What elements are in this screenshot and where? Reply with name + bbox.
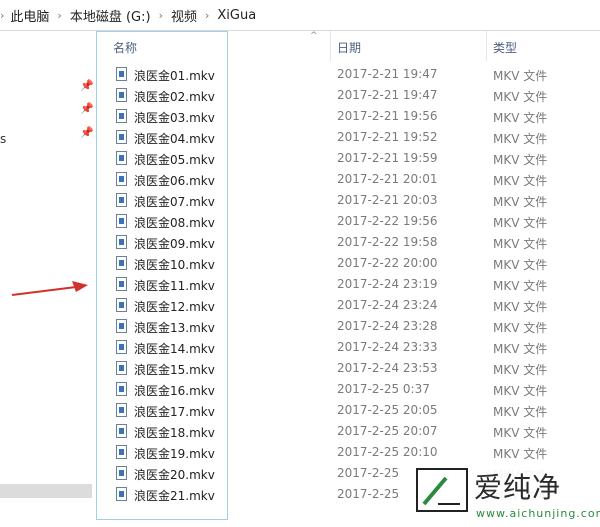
file-date: 2017-2-21 19:52 xyxy=(337,130,438,144)
file-date: 2017-2-24 23:53 xyxy=(337,361,438,375)
file-row[interactable]: 浪医金07.mkv 2017-2-21 20:03 MKV 文件 xyxy=(0,190,600,211)
file-row[interactable]: 浪医金17.mkv 2017-2-25 20:05 MKV 文件 xyxy=(0,400,600,421)
breadcrumb-item-xigua[interactable]: XiGua xyxy=(217,8,256,23)
file-type: MKV 文件 xyxy=(493,300,548,314)
file-date: 2017-2-25 20:05 xyxy=(337,403,438,417)
file-type: MKV 文件 xyxy=(493,405,548,419)
file-row[interactable]: 浪医金10.mkv 2017-2-22 20:00 MKV 文件 xyxy=(0,253,600,274)
file-row[interactable]: 浪医金11.mkv 2017-2-24 23:19 MKV 文件 xyxy=(0,274,600,295)
file-row[interactable]: 浪医金08.mkv 2017-2-22 19:56 MKV 文件 xyxy=(0,211,600,232)
chevron-right-icon[interactable]: › xyxy=(159,9,163,22)
sort-ascending-icon: ^ xyxy=(310,31,318,41)
logo-url-text: www.aichunjing.com xyxy=(476,507,600,520)
file-row[interactable]: 浪医金12.mkv 2017-2-24 23:24 MKV 文件 xyxy=(0,295,600,316)
column-header-date[interactable]: 日期 xyxy=(337,39,361,56)
file-type: MKV 文件 xyxy=(493,279,548,293)
file-row[interactable]: 浪医金09.mkv 2017-2-22 19:58 MKV 文件 xyxy=(0,232,600,253)
chevron-right-icon: › xyxy=(0,8,5,22)
file-row[interactable]: 浪医金03.mkv 2017-2-21 19:56 MKV 文件 xyxy=(0,106,600,127)
breadcrumb-label: 本地磁盘 (G:) xyxy=(69,9,151,25)
file-date: 2017-2-21 20:01 xyxy=(337,172,438,186)
file-row[interactable]: 浪医金15.mkv 2017-2-24 23:53 MKV 文件 xyxy=(0,358,600,379)
file-row[interactable]: 浪医金18.mkv 2017-2-25 20:07 MKV 文件 xyxy=(0,421,600,442)
file-date: 2017-2-21 19:47 xyxy=(337,67,438,81)
file-date: 2017-2-25 xyxy=(337,466,400,480)
file-row[interactable]: 浪医金14.mkv 2017-2-24 23:33 MKV 文件 xyxy=(0,337,600,358)
column-header-type[interactable]: 类型 xyxy=(493,39,517,56)
column-divider[interactable] xyxy=(486,31,487,61)
chevron-right-icon[interactable]: › xyxy=(205,9,209,22)
file-type: MKV 文件 xyxy=(493,216,548,230)
breadcrumb-item-drive-g[interactable]: 本地磁盘 (G:) xyxy=(70,6,151,25)
file-type: MKV 文件 xyxy=(493,132,548,146)
file-row[interactable]: 浪医金06.mkv 2017-2-21 20:01 MKV 文件 xyxy=(0,169,600,190)
file-row[interactable]: 浪医金02.mkv 2017-2-21 19:47 MKV 文件 xyxy=(0,85,600,106)
file-date: 2017-2-21 19:47 xyxy=(337,88,438,102)
watermark-logo: 爱纯净 www.aichunjing.com xyxy=(410,460,600,527)
file-row[interactable]: 浪医金16.mkv 2017-2-25 0:37 MKV 文件 xyxy=(0,379,600,400)
file-row[interactable]: 浪医金04.mkv 2017-2-21 19:52 MKV 文件 xyxy=(0,127,600,148)
breadcrumb-item-this-pc[interactable]: 此电脑 xyxy=(10,6,49,25)
file-type: MKV 文件 xyxy=(493,321,548,335)
chevron-right-icon[interactable]: › xyxy=(57,9,61,22)
name-column-selection xyxy=(96,31,228,520)
file-date: 2017-2-25 0:37 xyxy=(337,382,430,396)
file-date: 2017-2-24 23:24 xyxy=(337,298,438,312)
file-row[interactable]: 浪医金01.mkv 2017-2-21 19:47 MKV 文件 xyxy=(0,64,600,85)
breadcrumb-label: 视频 xyxy=(170,9,197,25)
file-date: 2017-2-22 20:00 xyxy=(337,256,438,270)
file-type: MKV 文件 xyxy=(493,69,548,83)
file-type: MKV 文件 xyxy=(493,111,548,125)
file-date: 2017-2-25 20:10 xyxy=(337,445,438,459)
file-type: MKV 文件 xyxy=(493,363,548,377)
file-type: MKV 文件 xyxy=(493,195,548,209)
file-row[interactable]: 浪医金13.mkv 2017-2-24 23:28 MKV 文件 xyxy=(0,316,600,337)
file-date: 2017-2-22 19:56 xyxy=(337,214,438,228)
breadcrumb-label: XiGua xyxy=(217,7,257,23)
file-date: 2017-2-21 20:03 xyxy=(337,193,438,207)
file-date: 2017-2-24 23:19 xyxy=(337,277,438,291)
file-type: MKV 文件 xyxy=(493,90,548,104)
file-date: 2017-2-24 23:33 xyxy=(337,340,438,354)
file-date: 2017-2-24 23:28 xyxy=(337,319,438,333)
file-date: 2017-2-25 20:07 xyxy=(337,424,438,438)
file-type: MKV 文件 xyxy=(493,426,548,440)
file-date: 2017-2-21 19:56 xyxy=(337,109,438,123)
file-type: MKV 文件 xyxy=(493,153,548,167)
file-row[interactable]: 浪医金05.mkv 2017-2-21 19:59 MKV 文件 xyxy=(0,148,600,169)
file-type: MKV 文件 xyxy=(493,384,548,398)
file-date: 2017-2-21 19:59 xyxy=(337,151,438,165)
logo-brand-text: 爱纯净 xyxy=(474,471,562,504)
logo-mark-icon xyxy=(416,468,468,512)
file-type: MKV 文件 xyxy=(493,342,548,356)
file-type: MKV 文件 xyxy=(493,174,548,188)
file-type: MKV 文件 xyxy=(493,258,548,272)
column-divider[interactable] xyxy=(330,31,331,61)
breadcrumb-item-videos[interactable]: 视频 xyxy=(171,6,197,25)
file-date: 2017-2-25 xyxy=(337,487,400,501)
breadcrumb-label: 此电脑 xyxy=(10,9,50,25)
file-date: 2017-2-22 19:58 xyxy=(337,235,438,249)
address-bar[interactable]: › 此电脑 › 本地磁盘 (G:) › 视频 › XiGua xyxy=(0,0,600,31)
file-type: MKV 文件 xyxy=(493,237,548,251)
